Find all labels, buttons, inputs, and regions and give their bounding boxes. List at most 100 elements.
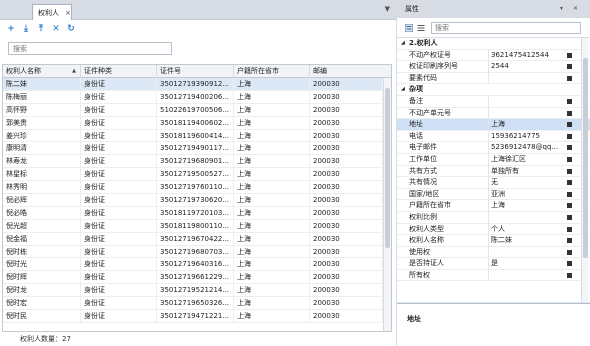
collapse-icon[interactable]: ◢ bbox=[401, 38, 405, 50]
table-row[interactable]: 康明清 身份证 35012719490117... 上海 200030 bbox=[3, 142, 383, 156]
close-icon[interactable]: × bbox=[65, 9, 71, 17]
table-row[interactable]: 林寿龙 身份证 35012719680901... 上海 200030 bbox=[3, 155, 383, 169]
column-header-name[interactable]: 权利人名称 ▲ bbox=[3, 65, 81, 78]
property-marker-icon[interactable] bbox=[567, 98, 572, 104]
table-row[interactable]: 倪必皓 身份证 35018119720103... 上海 200030 bbox=[3, 206, 383, 220]
column-divider bbox=[488, 130, 489, 143]
property-marker-icon[interactable] bbox=[567, 156, 572, 162]
alphabetical-view-icon[interactable] bbox=[417, 24, 425, 32]
property-marker-icon[interactable] bbox=[567, 272, 572, 278]
refresh-icon[interactable]: ↻ bbox=[66, 24, 76, 34]
table-row[interactable]: 倪时光 身份证 35012719640316... 上海 200030 bbox=[3, 258, 383, 272]
property-row[interactable]: 不动产权证号 3621475412544 bbox=[397, 49, 590, 62]
property-marker-icon[interactable] bbox=[567, 261, 572, 267]
table-row[interactable]: 倪金福 身份证 35012719670422... 上海 200030 bbox=[3, 232, 383, 246]
property-value[interactable]: 5236912478@qq... bbox=[491, 142, 563, 154]
search-field[interactable] bbox=[8, 42, 172, 55]
table-row[interactable]: 倪必辉 身份证 35012719730620... 上海 200030 bbox=[3, 194, 383, 207]
export-icon[interactable]: ⤒ bbox=[36, 24, 46, 34]
property-row[interactable]: 权利人名称 陈二妹 bbox=[397, 235, 590, 247]
property-value[interactable]: 上海 bbox=[491, 200, 563, 212]
property-value[interactable]: 个人 bbox=[491, 224, 563, 236]
property-marker-icon[interactable] bbox=[567, 168, 572, 174]
property-category[interactable]: ◢ 2.权利人 bbox=[397, 38, 590, 50]
table-row[interactable]: 倪时辉 身份证 35012719661229... 上海 200030 bbox=[3, 271, 383, 285]
column-header-id-number[interactable]: 证件号 bbox=[157, 65, 234, 78]
property-row[interactable]: 要素代码 bbox=[397, 72, 590, 85]
property-row[interactable]: 电话 15936214775 bbox=[397, 130, 590, 143]
property-marker-icon[interactable] bbox=[567, 191, 572, 197]
chevron-down-icon[interactable]: ▼ bbox=[385, 5, 390, 13]
property-marker-icon[interactable] bbox=[567, 110, 572, 116]
property-marker-icon[interactable] bbox=[567, 214, 572, 220]
property-value[interactable]: 3621475412544 bbox=[491, 50, 563, 62]
table-row[interactable]: 高怀野 身份证 51022619700506... 上海 200030 bbox=[3, 103, 383, 117]
categorized-view-icon[interactable] bbox=[405, 24, 413, 32]
table-row[interactable]: 陈梅丽 身份证 35012719400206... 上海 200030 bbox=[3, 90, 383, 104]
property-value[interactable]: 2544 bbox=[491, 61, 563, 73]
scrollbar-thumb[interactable] bbox=[385, 88, 390, 248]
table-row[interactable]: 倪光超 身份证 35018119800110... 上海 200030 bbox=[3, 219, 383, 233]
property-marker-icon[interactable] bbox=[567, 249, 572, 255]
vertical-scrollbar[interactable] bbox=[383, 78, 391, 331]
property-row[interactable]: 是否持证人 是 bbox=[397, 258, 590, 270]
import-icon[interactable]: ⤓ bbox=[21, 24, 31, 34]
property-value[interactable]: 亚洲 bbox=[491, 189, 563, 201]
add-icon[interactable]: + bbox=[6, 24, 16, 34]
property-row[interactable]: 使用权 bbox=[397, 246, 590, 259]
property-row[interactable]: 户籍所在省市 上海 bbox=[397, 200, 590, 212]
delete-icon[interactable]: ✕ bbox=[51, 24, 61, 34]
property-value[interactable]: 15936214775 bbox=[491, 131, 563, 143]
property-row[interactable]: 地址 上海 bbox=[397, 119, 590, 131]
property-marker-icon[interactable] bbox=[567, 75, 572, 81]
property-row[interactable]: 工作单位 上海徐汇区 bbox=[397, 153, 590, 166]
tab-rights-holder[interactable]: 权利人 × bbox=[32, 4, 72, 20]
property-row[interactable]: 所有权 bbox=[397, 269, 590, 282]
cell-province: 上海 bbox=[234, 90, 310, 104]
properties-scrollbar[interactable] bbox=[581, 38, 588, 302]
scrollbar-thumb[interactable] bbox=[583, 58, 588, 258]
property-marker-icon[interactable] bbox=[567, 238, 572, 244]
column-header-province[interactable]: 户籍所在省市 bbox=[234, 65, 310, 78]
property-marker-icon[interactable] bbox=[567, 122, 572, 128]
properties-search-input[interactable] bbox=[432, 23, 580, 33]
property-row[interactable]: 权利比例 bbox=[397, 211, 590, 224]
property-row[interactable]: 共有情况 无 bbox=[397, 177, 590, 189]
property-row[interactable]: 权证印刷序列号 2544 bbox=[397, 61, 590, 73]
table-row[interactable]: 倪时栋 身份证 35012719680703... 上海 200030 bbox=[3, 245, 383, 259]
property-marker-icon[interactable] bbox=[567, 52, 572, 58]
property-row[interactable]: 不动产单元号 bbox=[397, 107, 590, 120]
property-category[interactable]: ◢ 杂项 bbox=[397, 84, 590, 96]
property-marker-icon[interactable] bbox=[567, 145, 572, 151]
property-value[interactable]: 是 bbox=[491, 258, 563, 270]
table-row[interactable]: 倪时龙 身份证 35012719521214... 上海 200030 bbox=[3, 284, 383, 298]
property-value[interactable]: 上海 bbox=[491, 119, 563, 131]
property-marker-icon[interactable] bbox=[567, 226, 572, 232]
property-marker-icon[interactable] bbox=[567, 64, 572, 70]
table-row[interactable]: 郭美贵 身份证 35018119400602... 上海 200030 bbox=[3, 116, 383, 130]
collapse-icon[interactable]: ◢ bbox=[401, 84, 405, 96]
property-marker-icon[interactable] bbox=[567, 180, 572, 186]
pane-controls[interactable]: ▾ ✕ bbox=[560, 0, 582, 18]
properties-search-field[interactable] bbox=[431, 22, 581, 34]
property-row[interactable]: 国家/地区 亚洲 bbox=[397, 188, 590, 201]
property-value[interactable]: 陈二妹 bbox=[491, 235, 563, 247]
table-row[interactable]: 姜兴珍 身份证 35018119600414... 上海 200030 bbox=[3, 129, 383, 143]
property-row[interactable]: 电子邮件 5236912478@qq... bbox=[397, 142, 590, 154]
column-header-postcode[interactable]: 邮编 bbox=[310, 65, 383, 78]
property-value[interactable]: 单独所有 bbox=[491, 166, 563, 178]
table-row[interactable]: 林星标 身份证 35012719500527... 上海 200030 bbox=[3, 168, 383, 182]
table-row[interactable]: 陈二妹 身份证 35012719390912... 上海 200030 bbox=[3, 78, 383, 91]
column-header-id-type[interactable]: 证件种类 bbox=[81, 65, 157, 78]
property-marker-icon[interactable] bbox=[567, 133, 572, 139]
property-value[interactable]: 上海徐汇区 bbox=[491, 154, 563, 166]
property-marker-icon[interactable] bbox=[567, 203, 572, 209]
property-value[interactable]: 无 bbox=[491, 177, 563, 189]
search-input[interactable] bbox=[9, 43, 171, 54]
table-row[interactable]: 林秀明 身份证 35012719760110... 上海 200030 bbox=[3, 181, 383, 195]
table-row[interactable]: 倪时宏 身份证 35012719650326... 上海 200030 bbox=[3, 297, 383, 311]
property-row[interactable]: 共有方式 单独所有 bbox=[397, 165, 590, 178]
property-row[interactable]: 备注 bbox=[397, 95, 590, 108]
table-row[interactable]: 倪时民 身份证 35012719471221... 上海 200030 bbox=[3, 310, 383, 323]
property-row[interactable]: 权利人类型 个人 bbox=[397, 223, 590, 236]
